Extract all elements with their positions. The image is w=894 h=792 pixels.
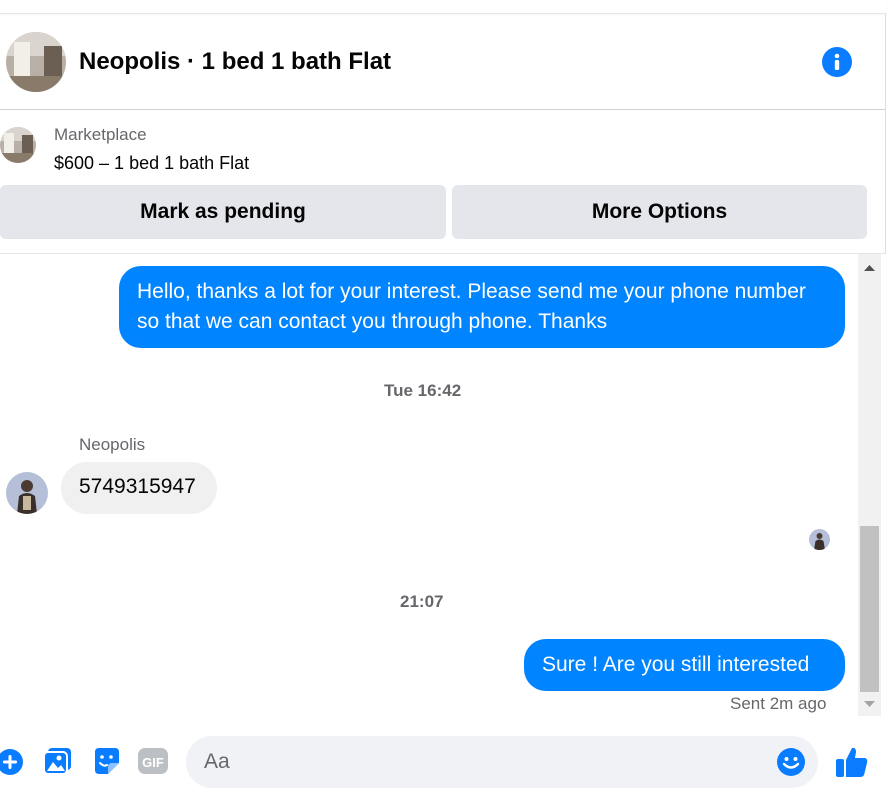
thumbs-up-icon[interactable] xyxy=(834,744,870,785)
mark-pending-button[interactable]: Mark as pending xyxy=(0,185,446,239)
scrollbar[interactable] xyxy=(858,254,881,716)
marketplace-listing[interactable]: Marketplace $600 – 1 bed 1 bath Flat xyxy=(0,111,885,185)
incoming-message: 5749315947 xyxy=(61,462,217,514)
message-thread: Hello, thanks a lot for your interest. P… xyxy=(0,254,858,716)
message-status: Sent 2m ago xyxy=(730,694,827,713)
message-composer: GIF xyxy=(0,716,894,792)
conversation-title: Neopolis · 1 bed 1 bath Flat xyxy=(79,48,392,75)
panel-border xyxy=(885,14,886,254)
seen-indicator-avatar xyxy=(809,529,830,550)
sender-name: Neopolis xyxy=(79,435,146,454)
gif-icon[interactable]: GIF xyxy=(137,746,169,781)
timestamp: 21:07 xyxy=(400,592,444,611)
photo-icon[interactable] xyxy=(43,746,73,781)
more-options-button[interactable]: More Options xyxy=(452,185,867,239)
scroll-up-arrow-icon[interactable] xyxy=(858,258,881,278)
listing-price: $600 – 1 bed 1 bath Flat xyxy=(54,153,250,173)
listing-thumbnail xyxy=(0,127,36,163)
top-edge xyxy=(0,0,886,14)
listing-avatar[interactable] xyxy=(6,32,66,92)
emoji-icon[interactable] xyxy=(776,747,806,782)
sticker-icon[interactable] xyxy=(91,746,121,781)
scrollbar-thumb[interactable] xyxy=(860,526,879,692)
message-input[interactable] xyxy=(204,736,764,788)
message-input-container[interactable] xyxy=(186,736,818,788)
svg-text:GIF: GIF xyxy=(142,755,164,770)
sender-avatar[interactable] xyxy=(6,472,48,514)
scroll-down-arrow-icon[interactable] xyxy=(858,694,881,714)
outgoing-message: Sure ! Are you still interested xyxy=(524,639,845,691)
plus-icon[interactable] xyxy=(0,748,24,781)
timestamp: Tue 16:42 xyxy=(384,381,462,400)
info-icon[interactable] xyxy=(822,47,852,77)
listing-source: Marketplace xyxy=(54,125,147,144)
conversation-header: Neopolis · 1 bed 1 bath Flat xyxy=(0,14,885,110)
outgoing-message: Hello, thanks a lot for your interest. P… xyxy=(119,266,845,348)
